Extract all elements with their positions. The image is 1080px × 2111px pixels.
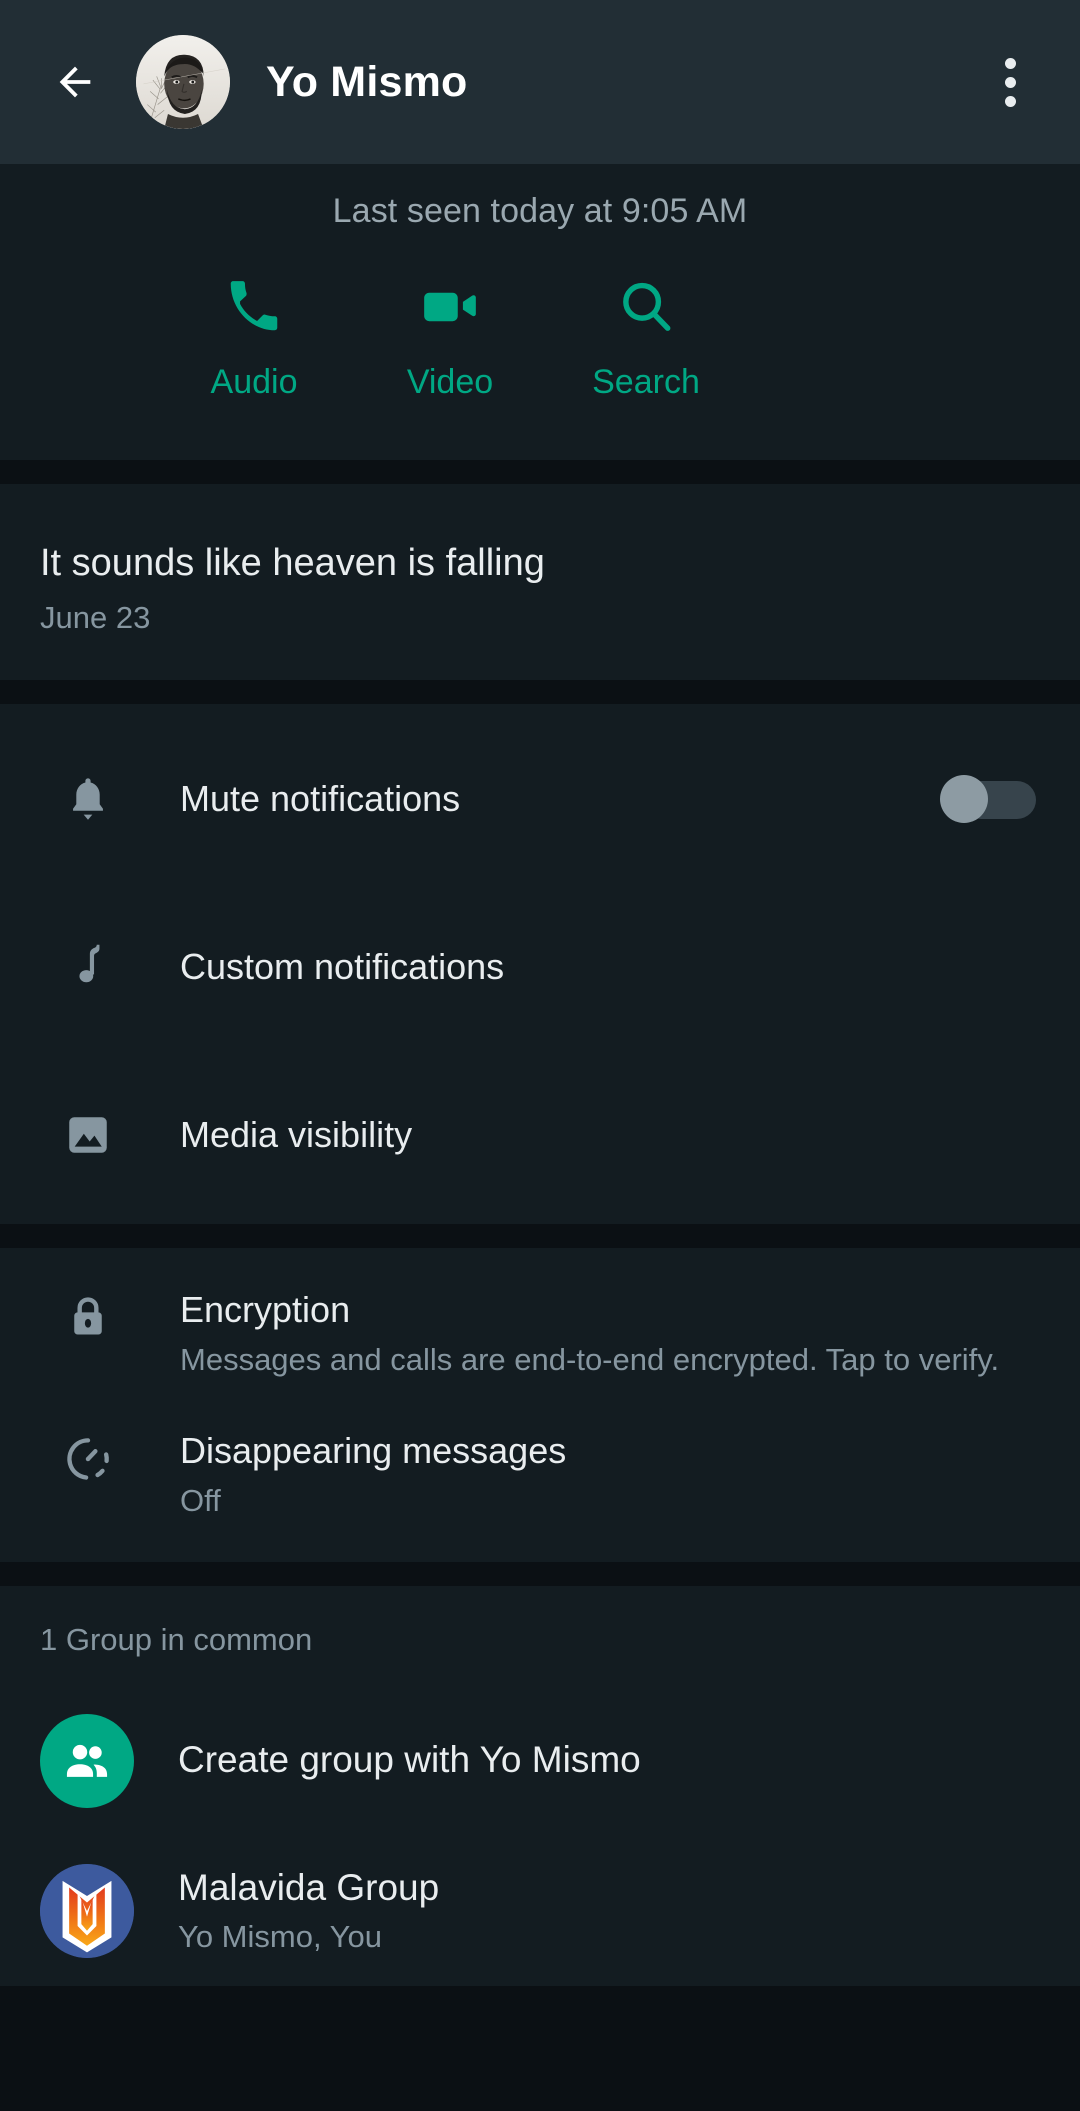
- create-group-icon: [40, 1713, 134, 1808]
- bottom-divider: [0, 2093, 1080, 2111]
- about-section[interactable]: It sounds like heaven is falling June 23: [0, 484, 1080, 680]
- group-members: Yo Mismo, You: [178, 1918, 382, 1954]
- audio-call-label: Audio: [210, 363, 298, 401]
- row-spacer: [0, 1020, 1080, 1082]
- video-call-label: Video: [406, 363, 494, 401]
- row-label: Disappearing messages: [180, 1429, 567, 1471]
- mute-notifications-toggle[interactable]: [940, 774, 1036, 823]
- privacy-section: Encryption Messages and calls are end-to…: [0, 1247, 1080, 1562]
- quick-actions: Audio Video Search: [0, 231, 1080, 460]
- row-label: Mute notifications: [180, 777, 461, 819]
- notification-settings-section: Mute notifications Custom notifications: [0, 703, 1080, 1224]
- video-camera-icon: [352, 271, 548, 343]
- section-divider: [0, 679, 1080, 704]
- groups-in-common-section: 1 Group in common Create group with Yo M…: [0, 1585, 1080, 1986]
- video-call-button[interactable]: Video: [352, 271, 548, 402]
- section-divider: [0, 1561, 1080, 1586]
- row-encryption[interactable]: Encryption Messages and calls are end-to…: [0, 1288, 1080, 1381]
- malavida-logo: [40, 1863, 134, 1958]
- app-bar: Yo Mismo: [0, 0, 1080, 164]
- back-button[interactable]: [38, 45, 112, 119]
- row-spacer: [0, 852, 1080, 914]
- row-spacer: [0, 1381, 1080, 1429]
- more-vertical-icon-dot: [1004, 95, 1016, 107]
- row-disappearing-messages[interactable]: Disappearing messages Off: [0, 1429, 1080, 1522]
- groups-heading: 1 Group in common: [40, 1621, 313, 1657]
- page-title: Yo Mismo: [266, 57, 468, 106]
- more-vertical-icon: [1004, 57, 1016, 69]
- contact-info-screen: Yo Mismo Last seen today at 9:05 AM Audi…: [0, 0, 1080, 2111]
- phone-icon: [156, 271, 352, 343]
- avatar[interactable]: [136, 35, 230, 129]
- more-vertical-icon-dot: [1004, 76, 1016, 88]
- search-label: Search: [592, 363, 700, 401]
- about-text: It sounds like heaven is falling: [40, 542, 545, 584]
- overflow-menu-button[interactable]: [974, 42, 1046, 122]
- music-note-icon: [40, 942, 136, 992]
- row-sublabel: Off: [180, 1482, 221, 1518]
- image-icon: [40, 1110, 136, 1160]
- row-label: Custom notifications: [180, 945, 505, 987]
- row-media-visibility[interactable]: Media visibility: [0, 1082, 1080, 1188]
- about-date: June 23: [40, 599, 151, 635]
- audio-call-button[interactable]: Audio: [156, 271, 352, 402]
- group-name: Create group with Yo Mismo: [178, 1739, 641, 1781]
- avatar-photo: [136, 35, 230, 129]
- last-seen-text: Last seen today at 9:05 AM: [332, 192, 748, 230]
- row-create-group[interactable]: Create group with Yo Mismo: [0, 1686, 1080, 1836]
- bell-icon: [40, 773, 136, 825]
- header-zone: Last seen today at 9:05 AM Audio Video S…: [0, 164, 1080, 460]
- row-label: Media visibility: [180, 1113, 413, 1155]
- groups-spacer: [0, 1658, 1080, 1686]
- row-label: Encryption: [180, 1288, 351, 1330]
- search-button[interactable]: Search: [548, 271, 744, 402]
- section-divider: [0, 460, 1080, 484]
- section-divider: [0, 1223, 1080, 1248]
- row-custom-notifications[interactable]: Custom notifications: [0, 914, 1080, 1020]
- timer-icon: [40, 1429, 136, 1485]
- lock-icon: [40, 1288, 136, 1342]
- arrow-left-icon: [59, 66, 91, 98]
- group-name: Malavida Group: [178, 1867, 440, 1909]
- row-group-item[interactable]: Malavida Group Yo Mismo, You: [0, 1836, 1080, 1986]
- row-sublabel: Messages and calls are end-to-end encryp…: [180, 1341, 1000, 1377]
- search-icon: [548, 271, 744, 343]
- row-mute-notifications[interactable]: Mute notifications: [0, 746, 1080, 852]
- toggle-knob: [940, 774, 988, 823]
